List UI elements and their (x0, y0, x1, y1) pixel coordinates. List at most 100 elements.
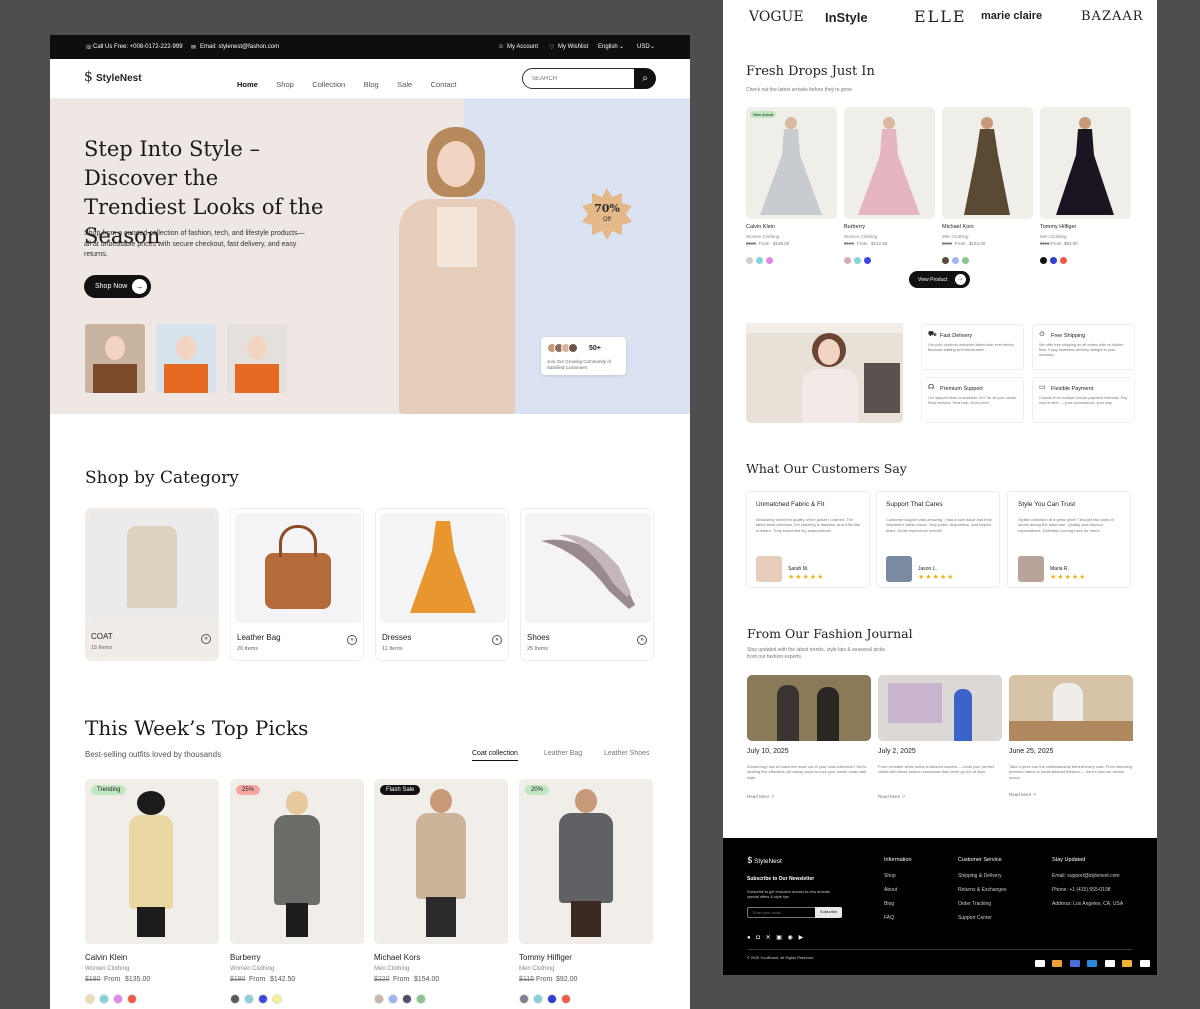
hero-thumbnail[interactable] (227, 324, 287, 393)
linkedin-icon[interactable]: ▣ (776, 935, 782, 941)
color-swatch[interactable] (1050, 257, 1057, 264)
avatar (756, 556, 782, 582)
footer-link[interactable]: Shop (884, 873, 912, 879)
tab-coat-collection[interactable]: Coat collection (472, 750, 518, 761)
color-swatch[interactable] (113, 994, 123, 1004)
fresh-card[interactable]: Burberry Women Clothing $190 From $142.5… (844, 107, 935, 264)
color-swatches (746, 251, 776, 269)
footer-link[interactable]: Blog (884, 901, 912, 907)
hero-thumbnail[interactable] (156, 324, 216, 393)
color-swatch[interactable] (374, 994, 384, 1004)
product-card[interactable]: 25% Burberry Women Clothing $190 From $1… (230, 779, 364, 1009)
color-swatch[interactable] (99, 994, 109, 1004)
tab-leather-shoes[interactable]: Leather Shoes (604, 750, 650, 757)
color-swatch[interactable] (85, 994, 95, 1004)
footer-link[interactable]: Support Center (958, 915, 1006, 921)
color-swatch[interactable] (766, 257, 773, 264)
color-swatch[interactable] (942, 257, 949, 264)
color-swatch[interactable] (1060, 257, 1067, 264)
color-swatch[interactable] (533, 994, 543, 1004)
journal-image[interactable] (878, 675, 1002, 741)
read-more-link[interactable]: Read More ↗ (1009, 792, 1036, 798)
color-swatch[interactable] (547, 994, 557, 1004)
color-swatch[interactable] (519, 994, 529, 1004)
color-swatch[interactable] (230, 994, 240, 1004)
fresh-card[interactable]: New Arrival Calvin Klein Women Clothing … (746, 107, 837, 264)
fresh-card[interactable]: Michael Kors Men Clothing $220 From $154… (942, 107, 1033, 264)
journal-image[interactable] (747, 675, 871, 741)
shop-now-button[interactable]: Shop Now → (84, 275, 151, 298)
read-more-link[interactable]: Read More ↗ (878, 794, 905, 800)
instagram-icon[interactable]: ◘ (756, 935, 760, 941)
color-swatch[interactable] (962, 257, 969, 264)
newsletter-email-input[interactable] (747, 907, 817, 918)
nav-sale[interactable]: Sale (397, 80, 412, 89)
color-swatch[interactable] (864, 257, 871, 264)
nav-contact[interactable]: Contact (431, 80, 457, 89)
apple-pay-icon (1104, 960, 1115, 967)
color-swatch[interactable] (388, 994, 398, 1004)
fresh-card[interactable]: Tommy Hilfiger Men Clothing $115 From $9… (1040, 107, 1131, 264)
facebook-icon[interactable]: ● (747, 935, 751, 941)
footer-link[interactable]: About (884, 887, 912, 893)
color-swatch[interactable] (561, 994, 571, 1004)
color-swatch[interactable] (854, 257, 861, 264)
hero: Step Into Style – Discover the Trendiest… (50, 99, 690, 414)
color-swatch[interactable] (952, 257, 959, 264)
language-select[interactable]: English (598, 44, 618, 50)
view-product-button[interactable]: View Product → (909, 271, 970, 288)
fresh-price: $154.00 (969, 241, 986, 246)
brand-logo[interactable]: StyleNest (96, 73, 142, 84)
color-swatch[interactable] (258, 994, 268, 1004)
product-from: From (249, 976, 266, 983)
category-card[interactable]: Dresses 11 Items » (375, 508, 509, 661)
product-card[interactable]: Trending Calvin Klein Women Clothing $18… (85, 779, 219, 1009)
color-swatches (230, 991, 286, 1009)
color-swatch[interactable] (756, 257, 763, 264)
category-card[interactable]: Leather Bag 20 Items » (230, 508, 364, 661)
color-swatches (85, 991, 141, 1009)
color-swatch[interactable] (244, 994, 254, 1004)
product-card[interactable]: 20% Tommy Hilfiger Men Clothing $115 Fro… (519, 779, 653, 1009)
my-account-link[interactable]: My Account (507, 44, 538, 50)
journal-text: Wondering how to make the most out of yo… (747, 764, 867, 780)
section-title-fresh: Fresh Drops Just In (746, 64, 875, 79)
search-input[interactable] (522, 68, 642, 89)
currency-select[interactable]: USD (637, 44, 650, 50)
color-swatch[interactable] (416, 994, 426, 1004)
color-swatch[interactable] (1040, 257, 1047, 264)
color-swatch[interactable] (402, 994, 412, 1004)
hero-thumbnail[interactable] (85, 324, 145, 393)
nav-blog[interactable]: Blog (364, 80, 379, 89)
color-swatch[interactable] (272, 994, 282, 1004)
feature-title: Free Shipping (1051, 333, 1086, 339)
heart-icon: ♡ (549, 45, 555, 51)
tab-leather-bag[interactable]: Leather Bag (544, 750, 582, 757)
footer-contact-line: Email: support@stylenest.com (1052, 873, 1120, 879)
subscribe-button[interactable]: Subscribe (815, 907, 842, 918)
category-card[interactable]: Shoes 25 Items » (520, 508, 654, 661)
category-card[interactable]: COAT 15 Items » (85, 508, 219, 661)
footer-link[interactable]: Order Tracking (958, 901, 1006, 907)
chevron-down-icon: ⌄ (650, 44, 656, 50)
color-swatch[interactable] (127, 994, 137, 1004)
pinterest-icon[interactable]: ◉ (788, 935, 793, 941)
x-icon[interactable]: ✕ (766, 935, 771, 941)
nav-collection[interactable]: Collection (312, 80, 345, 89)
search-button[interactable]: ⌕ (634, 68, 656, 89)
read-more-label: Read More (747, 794, 770, 799)
youtube-icon[interactable]: ▶ (799, 935, 804, 941)
footer-link[interactable]: Shipping & Delivery (958, 873, 1006, 879)
wishlist-link[interactable]: My Wishlist (558, 44, 588, 50)
footer-brand[interactable]: StyleNest (754, 858, 782, 865)
footer-link[interactable]: Returns & Exchanges (958, 887, 1006, 893)
footer-link[interactable]: FAQ (884, 915, 912, 921)
color-swatch[interactable] (746, 257, 753, 264)
product-card[interactable]: Flash Sale Michael Kors Men Clothing $22… (374, 779, 508, 1009)
product-from: From (536, 976, 553, 983)
nav-shop[interactable]: Shop (276, 80, 294, 89)
nav-home[interactable]: Home (237, 80, 258, 89)
read-more-link[interactable]: Read More ↗ (747, 794, 774, 800)
color-swatch[interactable] (844, 257, 851, 264)
journal-image[interactable] (1009, 675, 1133, 741)
